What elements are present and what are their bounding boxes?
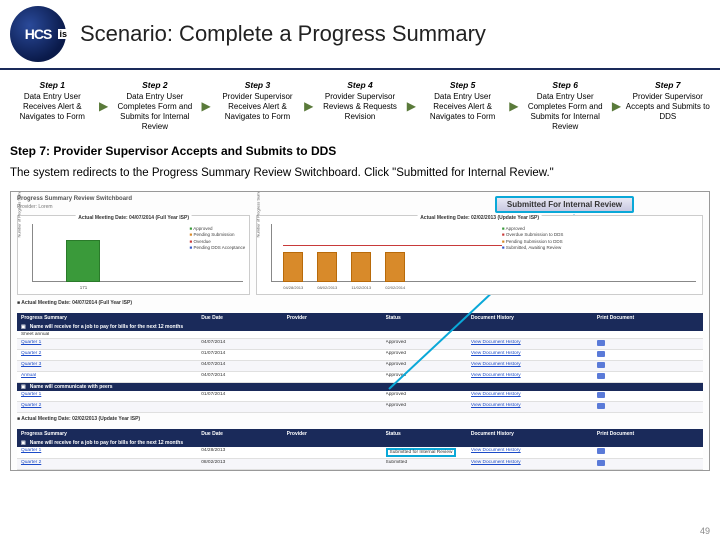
arrow-icon: ▶ (611, 78, 621, 134)
step-4: Step 4Provider Supervisor Reviews & Requ… (314, 78, 407, 134)
logo-main-text: HCS (25, 26, 52, 42)
print-icon[interactable] (597, 392, 605, 398)
status-highlighted[interactable]: Submitted for Internal Review (386, 448, 457, 457)
progress-table-2: Progress Summary Due Date Provider Statu… (17, 429, 703, 471)
steps-flow: Step 1Data Entry User Receives Alert & N… (0, 70, 720, 138)
step-2: Step 2Data Entry User Completes Form and… (109, 78, 202, 134)
print-icon[interactable] (597, 448, 605, 454)
hcsis-logo: HCS is (10, 6, 66, 62)
step-1: Step 1Data Entry User Receives Alert & N… (6, 78, 99, 134)
arrow-icon: ▶ (509, 78, 519, 134)
step-6: Step 6Data Entry User Completes Form and… (519, 78, 612, 134)
print-icon[interactable] (597, 362, 605, 368)
chart-full-year: Actual Meeting Date: 04/07/2014 (Full Ye… (17, 215, 250, 295)
table-row[interactable]: Annual04/07/2014ApprovedView Document Hi… (17, 372, 703, 383)
bar-q2: 08/02/2013 (317, 252, 337, 282)
print-icon[interactable] (597, 340, 605, 346)
bar-approved: 171 (66, 240, 100, 282)
section-meeting-1: ■ Actual Meeting Date: 04/07/2014 (Full … (11, 297, 709, 307)
chart-legend: Approved Overdue Submission to DDS Pendi… (502, 226, 564, 251)
table-row: Sheet annual (17, 331, 703, 339)
charts-row: Actual Meeting Date: 04/07/2014 (Full Ye… (11, 213, 709, 297)
table-row[interactable]: Quarter 201/07/2014ApprovedView Document… (17, 350, 703, 361)
bar-q4: 02/02/2014 (385, 252, 405, 282)
page-title: Scenario: Complete a Progress Summary (80, 21, 486, 47)
table-row[interactable]: Quarter 101/07/2014ApprovedView Document… (17, 391, 703, 402)
goal-section[interactable]: ▣Name will receive for a job to pay for … (17, 439, 703, 447)
table-row[interactable]: Quarter 104/28/2013Submitted for Interna… (17, 447, 703, 459)
instruction-text: The system redirects to the Progress Sum… (0, 162, 720, 190)
chart-legend: Approved Pending Submission Overdue Pend… (189, 226, 245, 251)
arrow-icon: ▶ (99, 78, 109, 134)
print-icon[interactable] (597, 373, 605, 379)
table-header: Progress Summary Due Date Provider Statu… (17, 313, 703, 323)
chart-update-year: Actual Meeting Date: 02/02/2013 (Update … (256, 215, 703, 295)
table-row[interactable]: Quarter 208/02/2013SubmittedView Documen… (17, 459, 703, 470)
logo-suffix-text: is (58, 29, 68, 39)
progress-table-1: Progress Summary Due Date Provider Statu… (17, 313, 703, 413)
step-3: Step 3Provider Supervisor Receives Alert… (211, 78, 304, 134)
step-5: Step 5Data Entry User Receives Alert & N… (416, 78, 509, 134)
page-number: 49 (700, 526, 710, 536)
table-row[interactable]: Quarter 104/07/2014ApprovedView Document… (17, 339, 703, 350)
current-step-heading: Step 7: Provider Supervisor Accepts and … (0, 138, 720, 162)
bar-q3: 11/02/2013 (351, 252, 371, 282)
print-icon[interactable] (597, 460, 605, 466)
arrow-icon: ▶ (201, 78, 211, 134)
arrow-icon: ▶ (304, 78, 314, 134)
section-meeting-2: ■ Actual Meeting Date: 02/02/2013 (Updat… (11, 413, 709, 423)
table-row[interactable]: Quarter 311/02/2013Not StartedView Docum… (17, 470, 703, 471)
print-icon[interactable] (597, 403, 605, 409)
app-screenshot: Submitted For Internal Review Progress S… (10, 191, 710, 471)
step-7: Step 7Provider Supervisor Accepts and Su… (621, 78, 714, 134)
slide-header: HCS is Scenario: Complete a Progress Sum… (0, 0, 720, 70)
bar-q1: 04/28/2013 (283, 252, 303, 282)
table-row[interactable]: Quarter 304/07/2014ApprovedView Document… (17, 361, 703, 372)
goal-section[interactable]: ▣Name will receive for a job to pay for … (17, 323, 703, 331)
arrow-icon: ▶ (406, 78, 416, 134)
submitted-internal-review-button[interactable]: Submitted For Internal Review (495, 196, 634, 213)
table-header: Progress Summary Due Date Provider Statu… (17, 429, 703, 439)
table-row[interactable]: Quarter 2ApprovedView Document History (17, 402, 703, 413)
print-icon[interactable] (597, 351, 605, 357)
goal-section[interactable]: ▣Name will communicate with peers (17, 383, 703, 391)
